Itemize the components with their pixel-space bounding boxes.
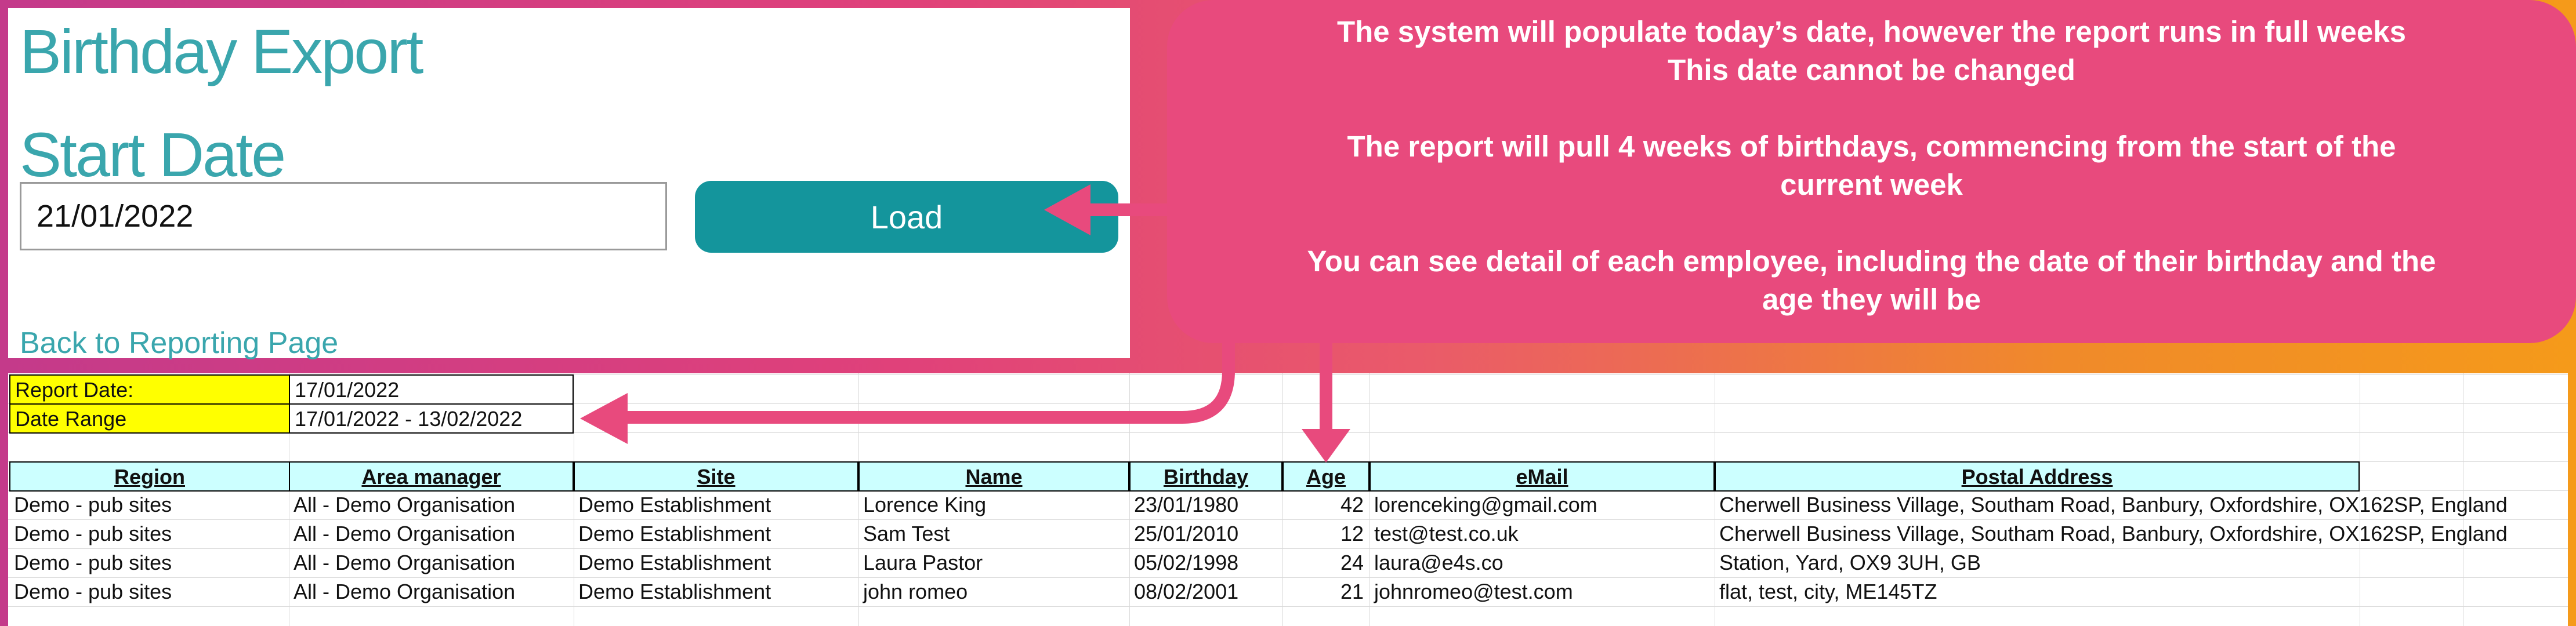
table-cell-postal-address: flat, test, city, ME145TZ (1719, 580, 1937, 603)
table-cell-birthday: 25/01/2010 (1134, 522, 1239, 545)
date-range-value: 17/01/2022 - 13/02/2022 (289, 403, 574, 434)
table-cell-email: lorenceking@gmail.com (1374, 493, 1597, 516)
table-cell-region: Demo - pub sites (14, 551, 172, 574)
column-header-region: Region (9, 461, 290, 492)
callout-line-3: The report will pull 4 weeks of birthday… (1347, 130, 2396, 163)
spreadsheet-report: Report Date: 17/01/2022 Date Range 17/01… (8, 373, 2568, 626)
table-cell-area-manager: All - Demo Organisation (294, 522, 516, 545)
table-cell-age: 12 (1340, 522, 1364, 545)
table-cell-postal-address: Cherwell Business Village, Southam Road,… (1719, 522, 2508, 545)
table-cell-region: Demo - pub sites (14, 522, 172, 545)
table-cell-birthday: 23/01/1980 (1134, 493, 1239, 516)
report-date-label: Report Date: (9, 374, 290, 405)
column-header-age: Age (1282, 461, 1369, 492)
column-header-postal-address: Postal Address (1715, 461, 2360, 492)
table-cell-site: Demo Establishment (578, 493, 771, 516)
load-button[interactable]: Load (695, 181, 1118, 253)
page-title: Birthday Export (20, 16, 423, 86)
report-date-value: 17/01/2022 (289, 374, 574, 405)
column-header-site: Site (574, 461, 858, 492)
callout-line-6: age they will be (1762, 283, 1981, 316)
table-cell-birthday: 05/02/1998 (1134, 551, 1239, 574)
table-cell-name: Sam Test (863, 522, 950, 545)
start-date-input[interactable] (20, 182, 667, 250)
table-cell-email: laura@e4s.co (1374, 551, 1503, 574)
table-cell-postal-address: Cherwell Business Village, Southam Road,… (1719, 493, 2508, 516)
callout-line-1: The system will populate today’s date, h… (1336, 15, 2407, 48)
table-cell-email: johnromeo@test.com (1374, 580, 1573, 603)
table-cell-name: john romeo (863, 580, 968, 603)
table-cell-age: 42 (1340, 493, 1364, 516)
table-cell-age: 21 (1340, 580, 1364, 603)
table-cell-area-manager: All - Demo Organisation (294, 580, 516, 603)
column-header-birthday: Birthday (1129, 461, 1282, 492)
table-cell-area-manager: All - Demo Organisation (294, 551, 516, 574)
date-range-label: Date Range (9, 403, 290, 434)
table-cell-name: Laura Pastor (863, 551, 983, 574)
table-cell-area-manager: All - Demo Organisation (294, 493, 516, 516)
table-cell-region: Demo - pub sites (14, 580, 172, 603)
column-header-name: Name (858, 461, 1129, 492)
explanation-callout: The system will populate today’s date, h… (1167, 0, 2576, 343)
callout-line-4: current week (1780, 168, 1963, 201)
table-cell-birthday: 08/02/2001 (1134, 580, 1239, 603)
table-cell-site: Demo Establishment (578, 551, 771, 574)
birthday-export-panel: Birthday Export Start Date Load Back to … (8, 8, 1130, 361)
table-cell-name: Lorence King (863, 493, 987, 516)
column-header-area-manager: Area manager (289, 461, 574, 492)
callout-line-2: This date cannot be changed (1668, 53, 2075, 86)
table-cell-postal-address: Station, Yard, OX9 3UH, GB (1719, 551, 1981, 574)
column-header-email: eMail (1369, 461, 1715, 492)
table-cell-site: Demo Establishment (578, 580, 771, 603)
table-cell-age: 24 (1340, 551, 1364, 574)
back-to-reporting-link[interactable]: Back to Reporting Page (20, 326, 338, 361)
table-cell-email: test@test.co.uk (1374, 522, 1519, 545)
table-cell-region: Demo - pub sites (14, 493, 172, 516)
table-cell-site: Demo Establishment (578, 522, 771, 545)
callout-line-5: You can see detail of each employee, inc… (1307, 245, 2436, 278)
start-date-label: Start Date (20, 119, 286, 190)
